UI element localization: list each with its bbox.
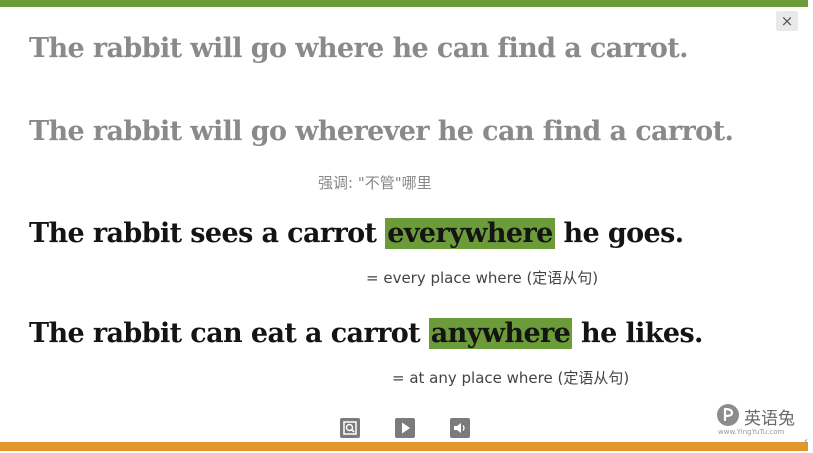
zoom-icon bbox=[343, 421, 357, 435]
close-button[interactable]: × bbox=[776, 11, 798, 31]
highlight-anywhere: anywhere bbox=[428, 318, 573, 349]
sentence-text: The rabbit will go wherever he can find … bbox=[29, 116, 734, 147]
sentence-everywhere: The rabbit sees a carrot everywhere he g… bbox=[29, 218, 684, 249]
sentence-wherever: The rabbit will go wherever he can find … bbox=[29, 116, 734, 147]
rabbit-logo-icon bbox=[717, 404, 739, 426]
sentence-text-before: The rabbit sees a carrot bbox=[29, 218, 386, 249]
highlight-everywhere: everywhere bbox=[385, 218, 555, 249]
volume-icon bbox=[454, 423, 465, 433]
zoom-button[interactable] bbox=[340, 418, 360, 438]
note-emphasis: 强调: "不管"哪里 bbox=[318, 174, 432, 192]
sentence-text-after: he likes. bbox=[572, 318, 703, 349]
sentence-where: The rabbit will go where he can find a c… bbox=[29, 33, 689, 64]
sentence-text: The rabbit will go where he can find a c… bbox=[29, 33, 689, 64]
note-everywhere-meaning: = every place where (定语从句) bbox=[366, 269, 599, 287]
sentence-text-before: The rabbit can eat a carrot bbox=[29, 318, 429, 349]
play-icon bbox=[402, 422, 410, 434]
play-button[interactable] bbox=[395, 418, 415, 438]
chevron-left-icon[interactable]: ‹ bbox=[804, 436, 808, 447]
logo-name: 英语兔 bbox=[744, 409, 795, 429]
note-anywhere-meaning: = at any place where (定语从句) bbox=[392, 369, 630, 387]
logo-url: www.YingYuTu.com bbox=[718, 428, 785, 436]
bottom-progress-bar bbox=[0, 442, 808, 451]
sentence-anywhere: The rabbit can eat a carrot anywhere he … bbox=[29, 318, 703, 349]
top-accent-bar bbox=[0, 0, 808, 7]
yingyutu-logo: 英语兔 www.YingYuTu.com bbox=[717, 404, 802, 438]
sentence-text-after: he goes. bbox=[554, 218, 684, 249]
volume-button[interactable] bbox=[450, 418, 470, 438]
